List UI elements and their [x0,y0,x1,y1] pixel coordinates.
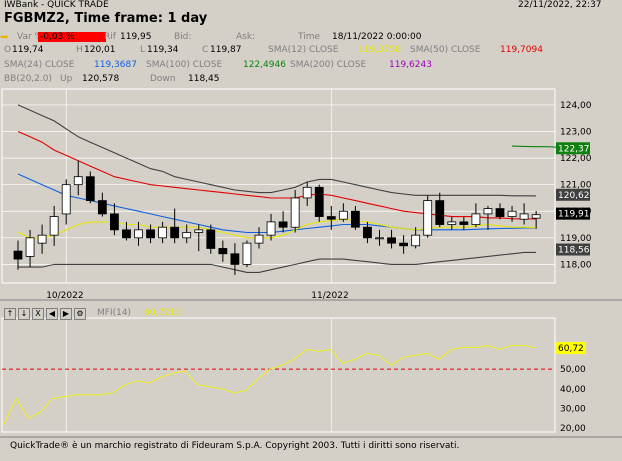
candle-body [194,229,204,233]
price-tag-label: 122,37 [558,144,590,154]
y-tick-label: 122,00 [560,154,592,164]
price-tag-label: 118,56 [558,246,590,256]
candle-body [170,226,180,239]
candle-body [326,216,336,220]
mfi-left-button[interactable]: ◀ [46,308,58,320]
copyright-footer: QuickTrade® è un marchio registrato di F… [10,441,460,451]
candle-body [399,242,409,247]
price-tag-label: 120,62 [558,191,590,201]
candle-body [338,210,348,220]
mfi-y-tick-label: 20,00 [560,424,586,434]
mfi-y-tick-label: 30,00 [560,404,586,414]
candle-body [531,214,541,219]
candle-body [387,237,396,244]
price-panel [1,88,556,284]
y-tick-label: 123,00 [560,128,592,138]
candle-body [363,226,372,239]
candle-body [266,221,276,236]
candle-body [37,234,47,244]
candle-body [182,232,192,239]
candle-body [290,197,300,228]
candle-body [61,184,71,215]
candle-body [25,237,35,257]
candle-body [218,248,228,255]
candle-body [230,253,240,265]
mfi-price-tag-label: 60,72 [558,344,584,354]
candle-body [459,221,469,225]
candle-body [134,229,143,239]
y-tick-label: 119,00 [560,234,592,244]
mfi-panel [1,317,556,433]
candle-body [97,200,107,215]
mfi-up-button[interactable]: ↑ [4,308,16,320]
mfi-down-button[interactable]: ↓ [18,308,30,320]
y-tick-label: 124,00 [560,101,592,111]
candle-body [146,229,155,239]
y-tick-label: 118,00 [560,260,592,270]
candle-body [302,186,312,199]
candle-body [483,208,493,215]
candle-body [206,229,216,249]
candle-body [435,200,445,225]
candle-body [375,237,384,240]
candle-body [423,200,433,236]
candle-body [507,210,517,217]
mfi-right-button[interactable]: ▶ [60,308,72,320]
mfi-close-button[interactable]: X [32,308,44,320]
candle-body [447,221,457,225]
candle-body [254,234,264,244]
mfi-label: MFI(14) [97,308,132,318]
candle-body [242,242,252,265]
candle-body [519,213,529,220]
price-tag-label: 119,91 [558,210,590,220]
mfi-y-tick-label: 50,00 [560,365,586,375]
candle-body [471,213,481,225]
candle-body [73,176,83,186]
candle-body [350,210,360,228]
mfi-y-tick-label: 40,00 [560,385,586,395]
candle-body [495,208,505,217]
candle-body [411,234,421,247]
candle-body [13,250,23,260]
candle-body [122,229,131,239]
candle-body [278,221,288,228]
candle-body [49,216,59,236]
chart-canvas[interactable]: 118,00119,00120,00121,00122,00123,00124,… [0,0,622,461]
candle-body [85,176,95,202]
candle-body [158,226,168,239]
mfi-settings-button[interactable]: ⚙ [74,308,86,320]
mfi-value: 60,7213 [144,308,182,318]
candle-body [110,213,119,231]
candle-body [314,186,324,217]
